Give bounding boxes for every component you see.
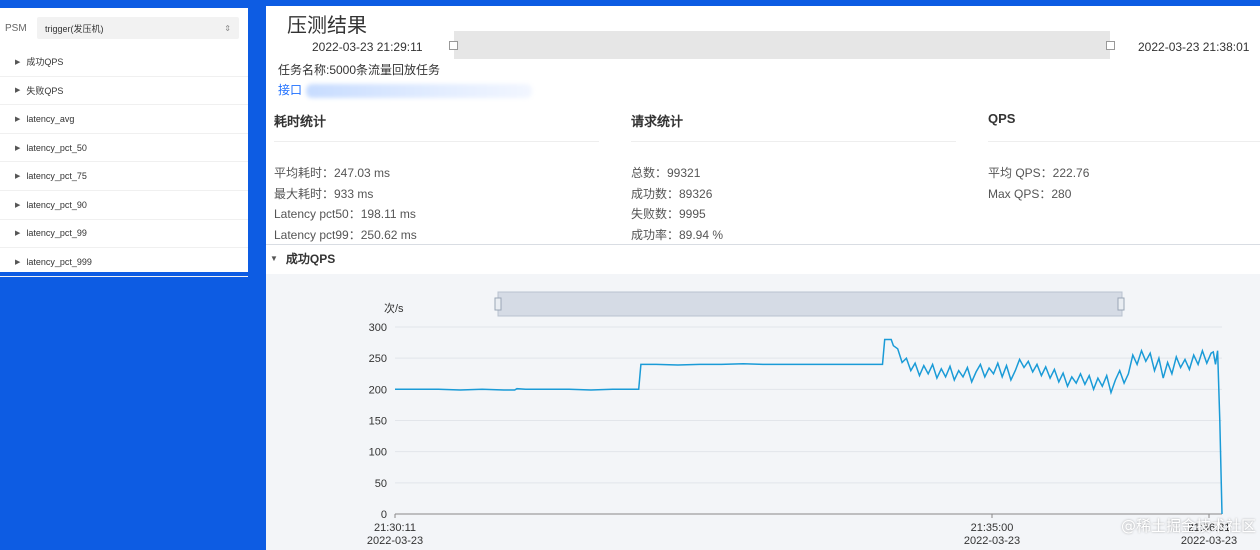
- sidebar-item-label: latency_pct_75: [26, 171, 87, 182]
- y-tick-label: 150: [369, 416, 387, 428]
- sidebar-item-latency-pct-90[interactable]: ▶ latency_pct_90: [0, 191, 248, 220]
- y-tick-label: 250: [369, 353, 387, 365]
- y-axis-unit: 次/s: [384, 301, 404, 315]
- range-end-handle[interactable]: [1106, 41, 1115, 50]
- sidebar-item-latency-pct-50[interactable]: ▶ latency_pct_50: [0, 134, 248, 163]
- watermark: @稀土掘金技术社区: [1120, 517, 1256, 535]
- metric-sidebar: PSM trigger(发压机) ⇕ ▶ 成功QPS ▶ 失败QPS ▶ latenc…: [0, 8, 248, 277]
- chart-section-toggle[interactable]: ▼ 成功QPS: [270, 250, 335, 267]
- sidebar-item-latency-avg[interactable]: ▶ latency_avg: [0, 105, 248, 134]
- stat-avg-latency: 平均耗时：247.03 ms: [274, 166, 391, 180]
- chart-zoom-handle-right[interactable]: [1117, 297, 1125, 311]
- chart-section-title: 成功QPS: [285, 252, 336, 266]
- sidebar-item-latency-pct-75[interactable]: ▶ latency_pct_75: [0, 162, 248, 191]
- success-qps-line: [395, 338, 1223, 515]
- section-divider: [266, 244, 1260, 245]
- interface-link[interactable]: 接口: [278, 81, 302, 98]
- x-tick-time: 21:30:11: [374, 522, 416, 534]
- y-tick-label: 100: [369, 447, 387, 459]
- divider: [988, 141, 1260, 142]
- x-tick-time: 21:35:00: [971, 522, 1014, 534]
- x-axis-labels: 21:30:112022-03-2321:35:002022-03-2321:3…: [367, 514, 1237, 547]
- qps-chart-area: 次/s 0 50 100 150 200 250 300 21:30:11 2022-03-2…: [266, 274, 1260, 550]
- stat-latency-pct50: Latency pct50：198.11 ms: [274, 207, 416, 222]
- latency-stats: 耗时统计 平均耗时：247.03 ms 最大耗时：933 ms Latency …: [274, 111, 417, 246]
- end-time: 2022-03-23 21:38:01: [1138, 40, 1250, 54]
- x-tick-date: 2022-03-23: [367, 535, 423, 547]
- y-tick-label: 50: [375, 478, 387, 490]
- sidebar-item-label: latency_avg: [26, 113, 75, 124]
- psm-select[interactable]: trigger(发压机) ⇕: [37, 17, 239, 39]
- stat-fail: 失败数：9995: [631, 207, 706, 222]
- caret-right-icon: ▶: [15, 144, 21, 152]
- start-time: 2022-03-23 21:29:11: [312, 40, 423, 54]
- result-panel: 压测结果 2022-03-23 21:29:11 2022-03-23 21:3…: [266, 6, 1260, 550]
- caret-right-icon: ▶: [15, 230, 21, 238]
- time-range-slider[interactable]: [449, 31, 1115, 59]
- sidebar-item-label: latency_pct_50: [26, 142, 87, 153]
- caret-right-icon: ▶: [15, 58, 21, 66]
- qps-chart: 次/s 050100150200250300 21:30:112022-03-2…: [367, 291, 1237, 547]
- sidebar-item-label: latency_pct_99: [26, 228, 87, 239]
- caret-right-icon: ▶: [15, 258, 21, 266]
- chart-zoom-handle-left[interactable]: [494, 297, 502, 311]
- stat-success-rate: 成功率：89.94 %: [631, 228, 724, 243]
- stat-max-latency: 最大耗时：933 ms: [274, 186, 374, 201]
- qps-stats: QPS 平均 QPS：222.76 Max QPS：280: [988, 111, 1089, 204]
- divider: [274, 141, 599, 142]
- request-stats: 请求统计 总数：99321 成功数：89326 失败数：9995 成功率：89.…: [631, 111, 723, 246]
- request-stats-title: 请求统计: [631, 114, 684, 129]
- stat-avg-qps: 平均 QPS：222.76: [988, 166, 1090, 180]
- y-tick-label: 200: [369, 384, 387, 396]
- caret-right-icon: ▶: [15, 115, 21, 123]
- divider: [631, 141, 956, 142]
- interface-value-redacted: [306, 84, 532, 98]
- page-title: 压测结果: [287, 15, 367, 37]
- chart-grid: [395, 326, 1222, 515]
- sidebar-item-success-qps[interactable]: ▶ 成功QPS: [0, 48, 248, 77]
- x-tick-date: 2022-03-23: [1181, 535, 1237, 547]
- chevron-updown-icon: ⇕: [224, 23, 231, 33]
- qps-stats-title: QPS: [988, 111, 1016, 126]
- sidebar-item-label: 成功QPS: [26, 57, 64, 68]
- psm-select-value: trigger(发压机): [45, 23, 104, 34]
- y-axis-labels: 0 50 100 150 200 250 300: [369, 322, 387, 521]
- caret-right-icon: ▶: [15, 87, 21, 95]
- psm-row: PSM trigger(发压机) ⇕: [0, 8, 248, 48]
- stat-total: 总数：99321: [631, 166, 701, 180]
- caret-right-icon: ▶: [15, 201, 21, 209]
- y-tick-label: 300: [369, 322, 387, 334]
- sidebar-item-label: latency_pct_999: [26, 256, 92, 267]
- y-tick-label: 0: [381, 509, 387, 521]
- stat-latency-pct99: Latency pct99：250.62 ms: [274, 228, 417, 243]
- caret-down-icon: ▼: [270, 254, 278, 263]
- stat-success: 成功数：89326: [631, 186, 713, 201]
- sidebar-item-label: 失败QPS: [26, 85, 64, 96]
- task-name: 任务名称:5000条流量回放任务: [278, 63, 441, 77]
- psm-label: PSM: [5, 22, 27, 34]
- sidebar-item-fail-qps[interactable]: ▶ 失败QPS: [0, 77, 248, 106]
- x-tick-date: 2022-03-23: [964, 535, 1020, 547]
- stat-max-qps: Max QPS：280: [988, 186, 1072, 201]
- sidebar-item-latency-pct-999[interactable]: ▶ latency_pct_999: [0, 248, 248, 277]
- chart-zoom-slider[interactable]: [497, 291, 1123, 317]
- sidebar-item-latency-pct-99[interactable]: ▶ latency_pct_99: [0, 220, 248, 249]
- sidebar-item-label: latency_pct_90: [26, 199, 87, 210]
- latency-stats-title: 耗时统计: [274, 114, 327, 129]
- caret-right-icon: ▶: [15, 173, 21, 181]
- range-start-handle[interactable]: [449, 41, 458, 50]
